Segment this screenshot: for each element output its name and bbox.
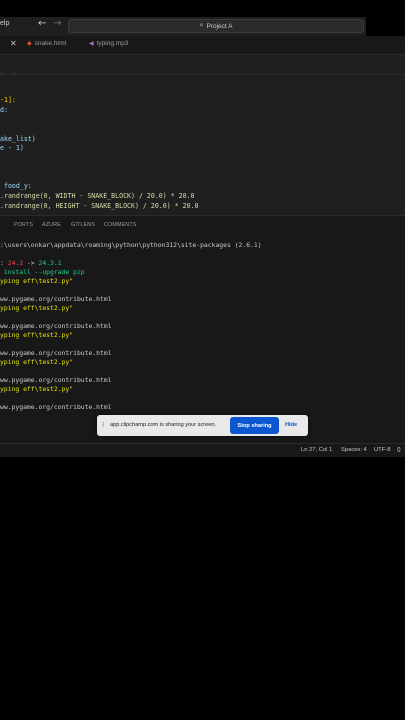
html-file-icon: ◆: [27, 41, 32, 47]
search-icon: ⌕: [199, 22, 204, 29]
terminal-line: ww.pygame.org/contribute.html: [0, 349, 112, 357]
audio-file-icon: ◀: [89, 41, 94, 47]
code-line: food_y:: [0, 182, 32, 190]
menu-help[interactable]: elp: [0, 20, 9, 27]
terminal-line: ww.pygame.org/contribute.html: [0, 295, 112, 303]
terminal-line: yping eff\test2.py": [0, 358, 74, 366]
drag-handle-icon[interactable]: ⁞: [102, 421, 104, 429]
tab-label: typing.mp3: [96, 40, 129, 47]
window-controls-area: [366, 17, 405, 36]
version-new: 24.3.1: [38, 259, 62, 267]
terminal-line: ww.pygame.org/contribute.html: [0, 403, 112, 411]
encoding-setting[interactable]: UTF-8: [374, 447, 390, 453]
code-line: .randrange(0, HEIGHT - SNAKE_BLOCK) / 20…: [0, 202, 199, 210]
terminal-line: install --upgrade pip: [0, 268, 85, 276]
command-center-label: Project A: [206, 22, 233, 30]
forward-arrow-icon[interactable]: →: [53, 18, 61, 29]
tab-gitlens[interactable]: GITLENS: [71, 222, 95, 228]
terminal-line-upgrade-notice: : 24.2 -> 24.3.1: [0, 259, 62, 268]
language-mode-icon[interactable]: {}: [397, 447, 401, 453]
editor-tab-bar: ✕ ◆ snake.html ◀ typing.mp3: [0, 36, 405, 55]
terminal-line: yping eff\test2.py": [0, 277, 74, 285]
code-editor[interactable]: _ _ -1]: d: ake_list) e - 1) food_y: .ra…: [0, 55, 405, 215]
screen-share-notification: ⁞ app.clipchamp.com is sharing your scre…: [97, 415, 308, 436]
terminal-line: yping eff\test2.py": [0, 304, 74, 312]
code-line: ake_list): [0, 135, 36, 143]
code-line: e - 1): [0, 144, 24, 152]
title-bar: elp ← → ⌕ Project A: [0, 17, 405, 36]
version-arrow: ->: [23, 259, 39, 267]
hide-button[interactable]: Hide: [285, 422, 297, 428]
tab-ports[interactable]: PORTS: [14, 222, 33, 228]
code-line: -1]:: [0, 96, 16, 104]
panel-tab-bar: PORTS AZURE GITLENS COMMENTS: [0, 216, 405, 234]
code-line: d:: [0, 106, 8, 114]
terminal-line: :\users\onkar\appdata\roaming\python\pyt…: [0, 241, 262, 249]
tab-label: snake.html: [34, 40, 67, 47]
indentation-setting[interactable]: Spaces: 4: [341, 447, 367, 453]
breadcrumb-divider: [0, 74, 405, 75]
code-line: .randrange(0, WIDTH - SNAKE_BLOCK) / 20.…: [0, 192, 195, 200]
share-message: app.clipchamp.com is sharing your screen…: [110, 421, 217, 428]
tab-comments[interactable]: COMMENTS: [104, 222, 137, 228]
command-center-search[interactable]: ⌕ Project A: [68, 19, 364, 33]
close-icon[interactable]: ✕: [10, 39, 17, 48]
tab-azure[interactable]: AZURE: [42, 222, 61, 228]
terminal-line: ww.pygame.org/contribute.html: [0, 376, 112, 384]
cursor-position[interactable]: Ln 27, Col 1: [301, 447, 332, 453]
version-old: 24.2: [7, 259, 24, 267]
status-bar: Ln 27, Col 1 Spaces: 4 UTF-8 {}: [0, 443, 405, 457]
notice-prefix: :: [0, 259, 4, 267]
terminal-line: yping eff\test2.py": [0, 385, 74, 393]
bottom-panel: PORTS AZURE GITLENS COMMENTS :\users\onk…: [0, 215, 405, 443]
back-arrow-icon[interactable]: ←: [38, 18, 46, 29]
stop-sharing-button[interactable]: Stop sharing: [230, 417, 279, 434]
tab-typing-mp3[interactable]: ◀ typing.mp3: [89, 40, 128, 47]
terminal-line: yping eff\test2.py": [0, 331, 74, 339]
terminal-line: ww.pygame.org/contribute.html: [0, 322, 112, 330]
tab-snake-html[interactable]: ◆ snake.html: [27, 40, 66, 47]
